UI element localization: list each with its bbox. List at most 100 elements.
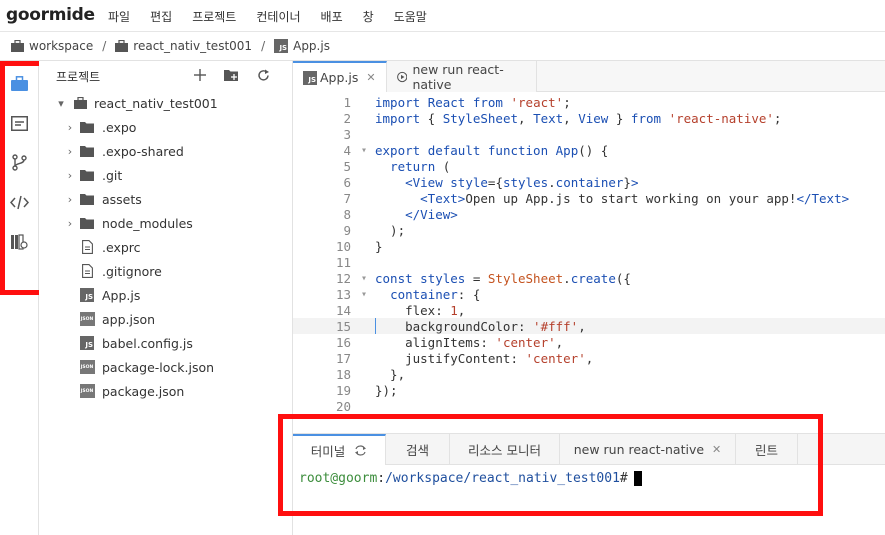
tab-run-react-native[interactable]: new run react-native ✕: [560, 434, 736, 465]
line-number: 6: [343, 174, 351, 190]
code-line: 11: [293, 254, 885, 270]
tab-label: 검색: [405, 443, 429, 458]
menu-help[interactable]: 도움말: [394, 8, 427, 25]
tree-item-file[interactable]: JSON package.json: [39, 379, 292, 403]
folder-icon: [79, 215, 95, 231]
tab-lint[interactable]: 린트: [736, 434, 798, 465]
add-file-icon[interactable]: [194, 69, 206, 81]
menu-container[interactable]: 컨테이너: [256, 8, 300, 25]
refresh-icon[interactable]: [257, 69, 270, 82]
line-number: 9: [343, 222, 351, 238]
chevron-down-icon[interactable]: ▾: [56, 97, 66, 110]
close-icon[interactable]: ✕: [366, 71, 375, 84]
tree-root-label: react_nativ_test001: [94, 95, 218, 111]
line-number: 1: [343, 94, 351, 110]
tree-item-file[interactable]: .exprc: [39, 235, 292, 259]
tab-label: 린트: [754, 443, 778, 458]
briefcase-icon: [72, 95, 88, 111]
tab-run-react-native[interactable]: new run react-native: [387, 61, 537, 92]
chevron-right-icon[interactable]: ›: [65, 121, 75, 134]
tree-item-label: app.json: [102, 311, 156, 327]
main-menu: 파일 편집 프로젝트 컨테이너 배포 창 도움말: [108, 8, 447, 25]
breadcrumb-separator: /: [261, 39, 266, 53]
explorer-title: 프로젝트: [56, 69, 101, 84]
fold-icon[interactable]: ▾: [361, 289, 375, 300]
tree-item-file[interactable]: JSON app.json: [39, 307, 292, 331]
menu-file[interactable]: 파일: [108, 8, 130, 25]
code-line: 3: [293, 126, 885, 142]
line-number: 19: [335, 382, 351, 398]
menu-deploy[interactable]: 배포: [321, 8, 343, 25]
line-number: 18: [335, 366, 351, 382]
menu-window[interactable]: 창: [363, 8, 374, 25]
line-number: 12: [335, 270, 351, 286]
breadcrumb-separator: /: [102, 39, 107, 53]
chevron-right-icon[interactable]: ›: [65, 193, 75, 206]
tree-root[interactable]: ▾ react_nativ_test001: [39, 91, 292, 115]
fold-icon[interactable]: ▾: [361, 145, 375, 156]
terminal-prompt: #: [619, 471, 628, 486]
line-number: 5: [343, 158, 351, 174]
tree-item-folder[interactable]: › node_modules: [39, 211, 292, 235]
code-line: 19});: [293, 382, 885, 398]
code-area[interactable]: 1 import React from 'react'; 2 import { St…: [293, 92, 885, 414]
play-circle-icon: [397, 71, 408, 82]
tree-item-label: package-lock.json: [102, 359, 215, 375]
tab-app-js[interactable]: JS App.js ✕: [293, 61, 387, 92]
menu-project[interactable]: 프로젝트: [192, 8, 236, 25]
chevron-right-icon[interactable]: ›: [65, 145, 75, 158]
code-line: 6 <View style={styles.container}>: [293, 174, 885, 190]
js-file-icon: JS: [274, 39, 289, 53]
fold-icon[interactable]: ▾: [361, 273, 375, 284]
code-line: 20: [293, 398, 885, 414]
panel-icon[interactable]: [9, 113, 29, 133]
chevron-right-icon[interactable]: ›: [65, 169, 75, 182]
line-number: 14: [335, 302, 351, 318]
breadcrumb-label: react_nativ_test001: [133, 39, 253, 53]
menu-edit[interactable]: 편집: [150, 8, 172, 25]
tab-label: new run react-native: [412, 61, 504, 92]
tab-terminal[interactable]: 터미널: [293, 434, 386, 465]
explorer-header: 프로젝트: [39, 61, 292, 91]
bottom-tabs: 터미널 검색 리소스 모니터 new run react-native ✕ 린트: [293, 434, 885, 465]
breadcrumb-workspace[interactable]: workspace: [11, 39, 93, 53]
code-editor: JS App.js ✕ new run react-native 1 import…: [293, 61, 885, 433]
line-number: 13: [335, 286, 351, 302]
breadcrumb-project[interactable]: react_nativ_test001: [115, 39, 252, 53]
close-icon[interactable]: ✕: [712, 443, 721, 456]
tree-item-folder[interactable]: › .expo: [39, 115, 292, 139]
tab-resource-monitor[interactable]: 리소스 모니터: [450, 434, 560, 465]
tab-search[interactable]: 검색: [386, 434, 450, 465]
code-line-current: 15 backgroundColor: '#fff',: [293, 318, 885, 334]
terminal[interactable]: root@goorm:/workspace/react_nativ_test00…: [293, 465, 885, 486]
git-branch-icon[interactable]: [9, 152, 29, 172]
library-icon[interactable]: [9, 232, 29, 252]
tree-item-folder[interactable]: › assets: [39, 187, 292, 211]
tree-item-file[interactable]: JS babel.config.js: [39, 331, 292, 355]
code-line: 16 alignItems: 'center',: [293, 334, 885, 350]
breadcrumb-file[interactable]: JS App.js: [274, 39, 330, 53]
chevron-right-icon[interactable]: ›: [65, 217, 75, 230]
code-line: 17 justifyContent: 'center',: [293, 350, 885, 366]
tree-item-folder[interactable]: › .expo-shared: [39, 139, 292, 163]
tree-item-folder[interactable]: › .git: [39, 163, 292, 187]
app-logo[interactable]: goormide: [6, 5, 95, 25]
project-briefcase-icon[interactable]: [9, 73, 29, 93]
code-line: 18 },: [293, 366, 885, 382]
add-folder-icon[interactable]: [224, 69, 239, 81]
tab-label: 터미널: [310, 444, 346, 459]
tree-item-label: package.json: [102, 383, 185, 399]
code-line: 2 import { StyleSheet, Text, View } from …: [293, 110, 885, 126]
folder-icon: [79, 143, 95, 159]
code-icon[interactable]: [9, 192, 29, 212]
tree-item-file[interactable]: JSON package-lock.json: [39, 355, 292, 379]
tree-item-file[interactable]: JS App.js: [39, 283, 292, 307]
line-number: 15: [335, 318, 351, 334]
terminal-cursor: [633, 471, 642, 486]
refresh-icon[interactable]: [354, 445, 367, 456]
tree-item-file[interactable]: .gitignore: [39, 259, 292, 283]
json-file-icon: JSON: [79, 359, 95, 375]
folder-icon: [79, 167, 95, 183]
code-line: 10}: [293, 238, 885, 254]
line-number: 4: [343, 142, 351, 158]
